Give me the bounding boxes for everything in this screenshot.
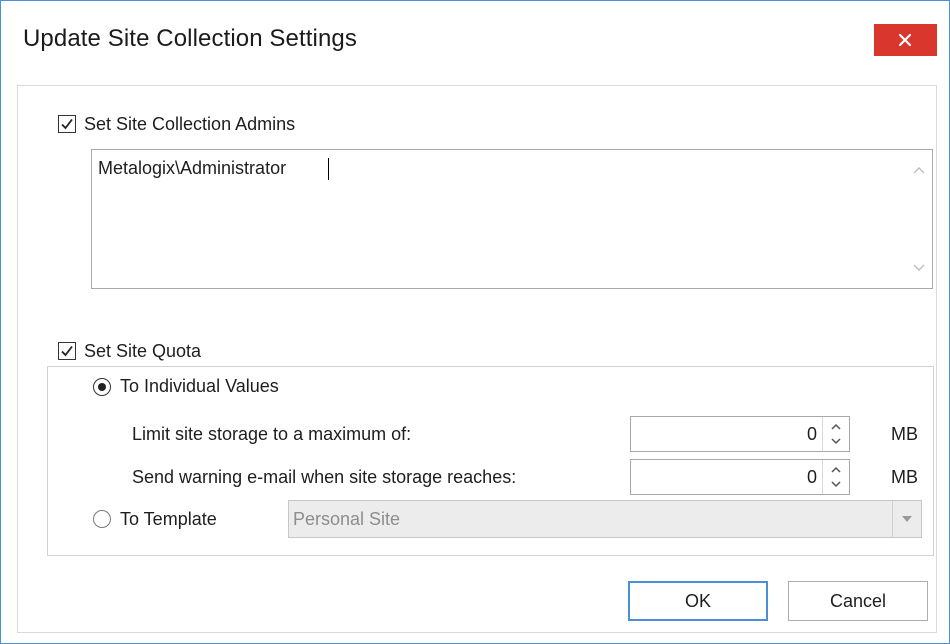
ok-button[interactable]: OK xyxy=(628,581,768,621)
title-bar: Update Site Collection Settings xyxy=(1,1,949,85)
dialog-content: Set Site Collection Admins Metalogix\Adm… xyxy=(17,85,937,633)
dialog-title: Update Site Collection Settings xyxy=(23,25,357,52)
warning-label: Send warning e-mail when site storage re… xyxy=(132,467,517,487)
template-label: To Template xyxy=(120,509,217,529)
set-quota-label: Set Site Quota xyxy=(84,341,202,361)
template-dropdown-button[interactable] xyxy=(892,501,921,537)
storage-limit-spinner[interactable]: 0 xyxy=(630,416,850,452)
warning-unit: MB xyxy=(891,467,918,487)
storage-limit-arrows[interactable] xyxy=(822,417,849,451)
close-button[interactable] xyxy=(874,24,937,56)
text-caret xyxy=(328,158,329,180)
warning-spinner[interactable]: 0 xyxy=(630,459,850,495)
checkmark-icon xyxy=(61,118,73,130)
storage-limit-unit: MB xyxy=(891,424,918,444)
dialog-window: Update Site Collection Settings Set Site… xyxy=(0,0,950,644)
set-admins-label: Set Site Collection Admins xyxy=(84,114,296,134)
spin-updown-icon[interactable] xyxy=(823,417,849,451)
template-select[interactable]: Personal Site xyxy=(288,500,922,538)
cancel-button[interactable]: Cancel xyxy=(788,581,928,621)
checkmark-icon xyxy=(61,345,73,357)
individual-values-label: To Individual Values xyxy=(120,376,279,396)
individual-values-radio[interactable] xyxy=(93,378,111,396)
radio-selected-dot xyxy=(98,383,106,391)
warning-value: 0 xyxy=(806,467,817,487)
chevron-down-icon xyxy=(902,516,912,522)
close-icon xyxy=(898,33,912,47)
template-radio[interactable] xyxy=(93,510,111,528)
warning-arrows[interactable] xyxy=(822,460,849,494)
scroll-down-icon[interactable] xyxy=(912,263,926,273)
storage-limit-value: 0 xyxy=(806,424,817,444)
admins-value: Metalogix\Administrator xyxy=(98,158,287,178)
template-selected-value: Personal Site xyxy=(293,509,401,529)
storage-limit-label: Limit site storage to a maximum of: xyxy=(132,424,412,444)
admins-textarea[interactable]: Metalogix\Administrator xyxy=(91,149,933,289)
spin-updown-icon[interactable] xyxy=(823,460,849,494)
scroll-up-icon[interactable] xyxy=(912,165,926,175)
set-quota-checkbox[interactable] xyxy=(58,342,76,360)
set-admins-checkbox[interactable] xyxy=(58,115,76,133)
admins-scrollbar[interactable] xyxy=(907,151,931,287)
